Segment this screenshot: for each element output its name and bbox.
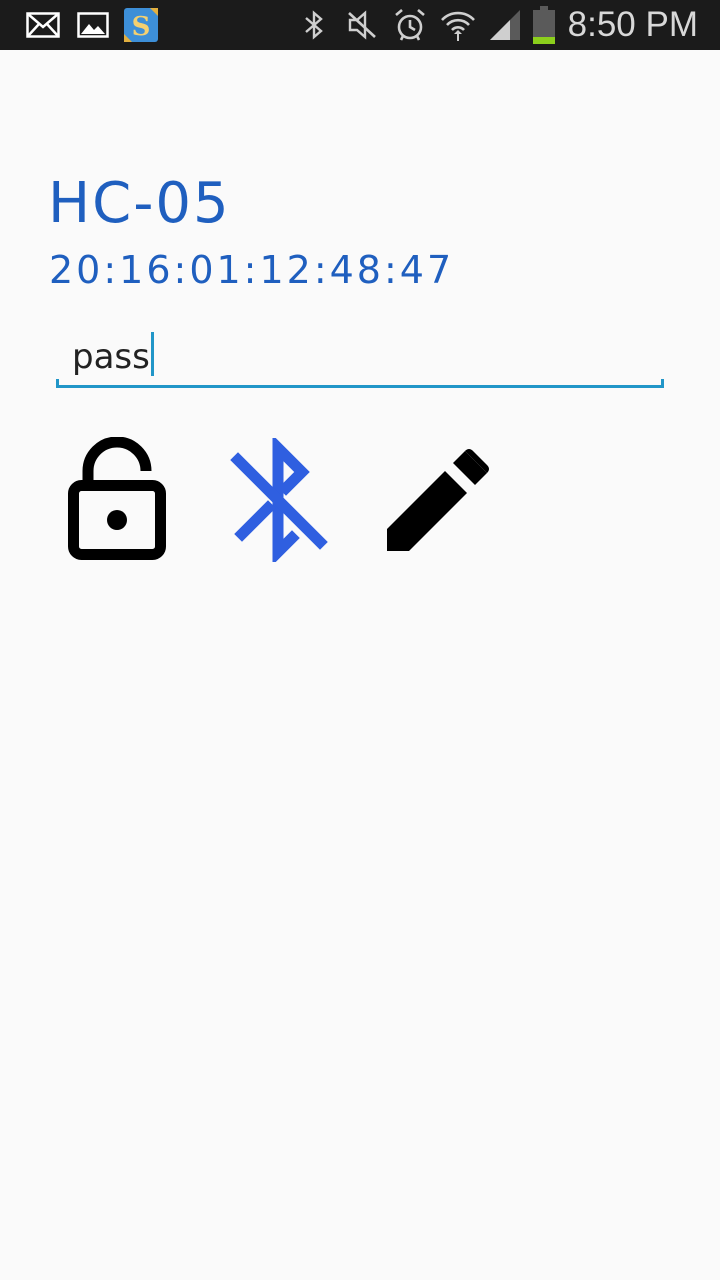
field-underline-tick-left: [56, 379, 59, 388]
bluetooth-disabled-icon: [228, 434, 328, 566]
mail-icon: [24, 0, 62, 50]
mute-icon: [344, 0, 380, 50]
signal-icon: [486, 0, 524, 50]
status-time: 8:50 PM: [567, 5, 698, 44]
field-underline-tick-right: [661, 379, 664, 388]
password-field-text: pass: [72, 337, 150, 377]
text-cursor: [150, 332, 154, 376]
edit-button[interactable]: [372, 436, 504, 568]
unlock-icon: [68, 436, 168, 567]
password-field-value[interactable]: pass: [72, 332, 154, 382]
alarm-icon: [392, 0, 428, 50]
bluetooth-icon: [300, 0, 328, 50]
device-address: 20:16:01:12:48:47: [49, 248, 455, 292]
status-bar: S 8:50 PM: [0, 0, 720, 50]
password-field[interactable]: pass: [56, 324, 664, 388]
image-icon: [76, 0, 110, 50]
unlock-button[interactable]: [52, 436, 184, 568]
svg-text:S: S: [132, 12, 151, 42]
battery-icon: [530, 0, 558, 50]
bluetooth-disabled-button[interactable]: [212, 434, 344, 568]
edit-pencil-icon: [383, 445, 493, 559]
wifi-icon: [438, 0, 478, 50]
device-name: HC-05: [48, 171, 231, 236]
field-underline: [56, 385, 664, 388]
sketch-app-icon: S: [124, 0, 158, 50]
